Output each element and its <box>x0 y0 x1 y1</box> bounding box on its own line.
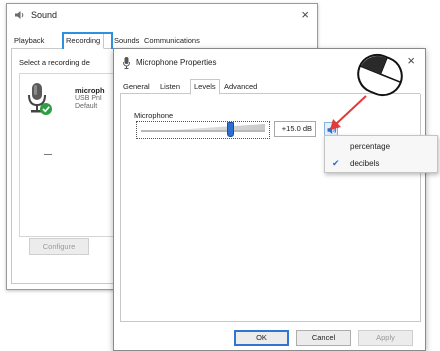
sound-title-bar: Sound × <box>7 4 317 26</box>
slider-track <box>141 130 265 132</box>
menu-item-decibels[interactable]: ✔ decibels <box>325 155 437 172</box>
sound-close-button[interactable]: × <box>301 7 309 22</box>
apply-button[interactable]: Apply <box>358 330 413 346</box>
sound-window-title: Sound <box>31 10 58 20</box>
tab-listen[interactable]: Listen <box>157 80 183 95</box>
level-value-field[interactable]: +15.0 dB <box>274 121 316 137</box>
levels-panel: Microphone +15.0 dB <box>120 94 421 322</box>
list-divider <box>44 154 52 155</box>
mute-button[interactable] <box>324 122 338 136</box>
mouse-right-click-icon <box>357 53 403 97</box>
mic-window-title: Microphone Properties <box>136 58 217 67</box>
configure-button[interactable]: Configure <box>29 238 89 255</box>
tab-playback[interactable]: Playback <box>11 34 47 49</box>
microphone-icon <box>123 57 130 69</box>
recording-description: Select a recording de <box>19 58 90 67</box>
tab-general[interactable]: General <box>120 80 153 95</box>
tab-communications[interactable]: Communications <box>141 34 203 49</box>
cancel-button[interactable]: Cancel <box>296 330 351 346</box>
device-name: microph <box>75 86 105 95</box>
tab-levels[interactable]: Levels <box>190 79 220 95</box>
speaker-icon <box>15 11 24 19</box>
check-icon: ✔ <box>332 158 340 168</box>
menu-item-label: percentage <box>350 142 391 151</box>
speaker-icon <box>327 126 337 134</box>
microphone-level-label: Microphone <box>134 111 174 120</box>
ok-button[interactable]: OK <box>234 330 289 346</box>
menu-item-percentage[interactable]: percentage <box>325 138 437 155</box>
device-description: USB PnI <box>75 95 102 102</box>
microphone-icon <box>28 83 52 115</box>
tab-advanced[interactable]: Advanced <box>221 80 260 95</box>
menu-item-label: decibels <box>350 159 380 168</box>
level-units-menu: percentage ✔ decibels <box>324 135 438 173</box>
tab-sounds[interactable]: Sounds <box>111 34 142 49</box>
green-check-icon <box>40 103 52 115</box>
device-status: Default <box>75 103 98 110</box>
microphone-level-slider[interactable] <box>136 121 270 139</box>
slider-thumb[interactable] <box>226 122 234 137</box>
sound-tab-strip: Playback Recording Sounds Communications <box>11 33 311 49</box>
